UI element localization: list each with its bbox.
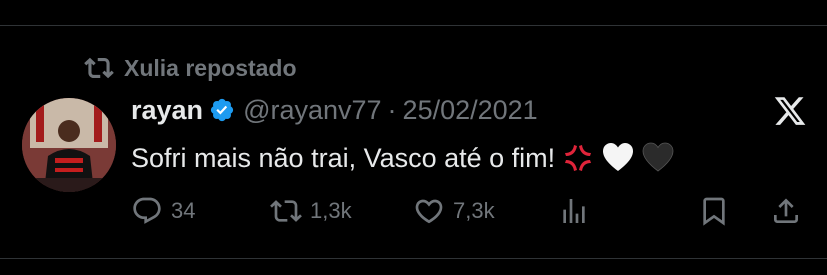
tweet-date[interactable]: 25/02/2021 [403, 95, 538, 126]
analytics-icon [563, 199, 585, 223]
share-icon [774, 198, 798, 223]
user-handle[interactable]: @rayanv77 [243, 95, 381, 126]
tweet-body: Sofri mais não trai, Vasco até o fim! [131, 142, 556, 173]
tweet-header: rayan @rayanv77 · 25/02/2021 [131, 92, 538, 128]
display-name[interactable]: rayan [131, 95, 203, 126]
repost-icon [84, 57, 114, 79]
reply-count: 34 [171, 198, 196, 223]
avatar[interactable] [22, 98, 116, 192]
views-button[interactable] [558, 193, 590, 229]
like-count: 7,3k [453, 198, 495, 223]
share-button[interactable] [770, 193, 802, 229]
reply-button[interactable]: 34 [131, 193, 195, 229]
repost-icon [270, 200, 302, 222]
bookmark-icon [703, 197, 725, 226]
verified-badge-icon[interactable] [209, 97, 235, 123]
black-heart-emoji [642, 142, 674, 172]
reply-icon [133, 197, 161, 224]
like-button[interactable]: 7,3k [413, 193, 495, 229]
repost-count: 1,3k [310, 198, 352, 223]
anger-symbol-emoji [565, 145, 592, 171]
repost-context[interactable]: Xulia repostado [84, 52, 297, 84]
tweet-actions: 34 1,3k 7,3k [0, 193, 827, 229]
x-logo-icon[interactable] [772, 94, 808, 128]
header-separator: · [387, 94, 397, 125]
repost-button[interactable]: 1,3k [270, 193, 352, 229]
bookmark-button[interactable] [698, 193, 730, 229]
heart-icon [415, 199, 443, 224]
repost-label: Xulia repostado [124, 54, 297, 81]
bottom-divider [0, 258, 827, 259]
avatar-image [22, 98, 116, 192]
tweet-text: Sofri mais não trai, Vasco até o fim! [131, 138, 675, 178]
white-heart-emoji [603, 143, 634, 171]
top-divider [0, 25, 827, 26]
